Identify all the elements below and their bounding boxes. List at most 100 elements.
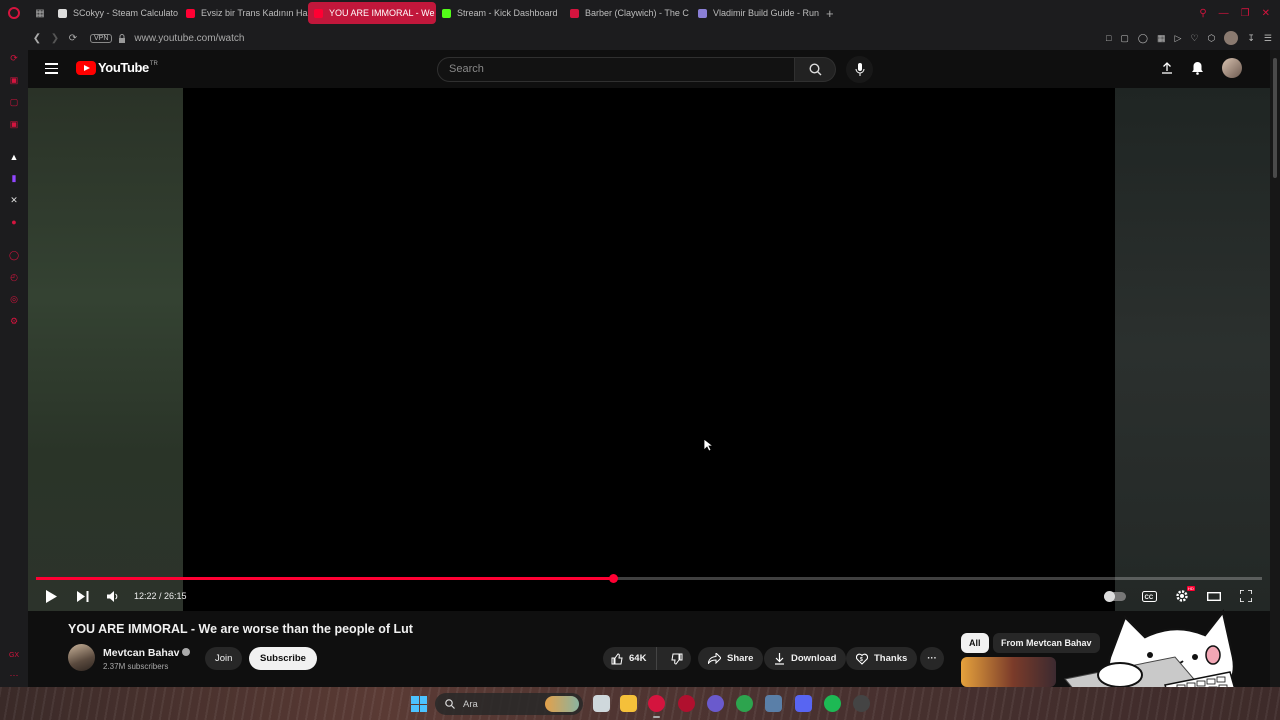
hamburger-menu-icon[interactable]	[45, 63, 58, 74]
ambient-glow-left	[28, 88, 183, 611]
opera-gx-taskbar-icon[interactable]	[648, 695, 665, 718]
address-bar: ❮ ❯ ⟳ VPN www.youtube.com/watch □ ▢ ◯ ▦ …	[28, 26, 1280, 50]
user-avatar[interactable]	[1222, 58, 1242, 78]
messenger-icon[interactable]: ▢	[8, 96, 20, 108]
svg-text:$: $	[860, 657, 863, 663]
arrow-up-icon[interactable]: ▲	[8, 151, 20, 163]
new-tab-button[interactable]: +	[826, 6, 834, 21]
browser-tab-active[interactable]: YOU ARE IMMORAL - We	[308, 2, 436, 24]
thanks-button[interactable]: $ Thanks	[846, 647, 918, 670]
voice-search-button[interactable]	[846, 56, 873, 83]
page-scrollbar[interactable]	[1270, 50, 1280, 687]
upload-icon[interactable]	[1161, 62, 1173, 74]
like-button[interactable]: 64K	[603, 647, 658, 670]
vpn-badge[interactable]: VPN	[90, 33, 113, 43]
browser-tab[interactable]: Evsiz bir Trans Kadının Ha	[180, 2, 308, 24]
spotify-taskbar-icon[interactable]	[824, 695, 841, 712]
browser-tab[interactable]: Barber (Claywich) - The C	[564, 2, 692, 24]
download-button[interactable]: Download	[764, 647, 847, 670]
twitch-icon[interactable]: ▮	[8, 172, 20, 184]
recommended-video-thumbnail[interactable]	[961, 657, 1056, 687]
hd-badge: HD	[1187, 586, 1195, 591]
close-icon[interactable]: ✕	[1262, 8, 1270, 19]
search-tabs-icon[interactable]: ⚲	[1199, 8, 1206, 19]
opera-taskbar-icon[interactable]	[678, 695, 695, 712]
xbox-taskbar-icon[interactable]	[736, 695, 753, 712]
gx-icon[interactable]: GX	[8, 650, 20, 662]
search-input[interactable]: Search	[437, 57, 795, 82]
browser-sidebar: ⟳ ▣ ▢ ▣ ▲ ▮ ✕ ● ◯ ◴ ◎ ⚙ GX ···	[0, 26, 28, 687]
messenger-taskbar-icon[interactable]	[707, 695, 724, 712]
forward-icon[interactable]: ❯	[46, 33, 64, 44]
notifications-bell-icon[interactable]	[1191, 61, 1204, 75]
progress-bar[interactable]	[36, 574, 1262, 583]
tab-favicon-icon	[570, 8, 579, 18]
scrollbar-thumb[interactable]	[1273, 58, 1277, 178]
browser-tab[interactable]: Vladimir Build Guide - Run	[692, 2, 820, 24]
youtube-logo[interactable]: YouTube TR	[76, 60, 158, 75]
player-icon[interactable]: ◯	[8, 249, 20, 261]
next-icon	[77, 590, 89, 602]
bookmark-icon[interactable]: □	[1106, 33, 1111, 43]
heart-icon[interactable]: ♡	[1190, 33, 1198, 44]
taskbar-wallpaper	[0, 687, 1280, 720]
thumbs-up-icon	[611, 652, 623, 664]
settings-icon[interactable]: ⚙	[8, 315, 20, 327]
task-view-icon[interactable]	[593, 695, 610, 712]
opera-logo-icon[interactable]	[0, 0, 28, 26]
history-icon[interactable]: ◴	[8, 271, 20, 283]
tab-menu-icon[interactable]: ▦	[28, 0, 52, 26]
download-icon[interactable]: ↧	[1247, 33, 1255, 44]
more-icon[interactable]: ···	[8, 669, 20, 681]
youtube-page: YouTube TR Search 12:22 / 26:15 CC HD YO…	[28, 50, 1270, 687]
profile-avatar[interactable]	[1224, 31, 1239, 45]
search-button[interactable]	[795, 57, 836, 82]
mute-button[interactable]	[106, 588, 120, 604]
snapshot-icon[interactable]: ▢	[1120, 33, 1129, 44]
subscribe-button[interactable]: Subscribe	[249, 647, 317, 670]
steam-taskbar-icon[interactable]	[765, 695, 782, 712]
taskbar-search-input[interactable]: Ara	[435, 693, 583, 715]
app-taskbar-icon[interactable]	[853, 695, 870, 712]
pinterest-icon[interactable]: ●	[8, 216, 20, 228]
share-button[interactable]: Share	[698, 647, 764, 670]
download-label: Download	[791, 653, 837, 664]
file-explorer-icon[interactable]	[620, 695, 637, 712]
shopping-icon[interactable]: ▣	[8, 74, 20, 86]
aria-icon[interactable]: ⟳	[8, 52, 20, 64]
x-icon[interactable]: ✕	[8, 194, 20, 206]
windows-start-icon[interactable]	[411, 696, 427, 712]
tab-label: Barber (Claywich) - The C	[585, 8, 689, 18]
extensions-icon[interactable]: ⬡	[1208, 33, 1216, 44]
more-actions-button[interactable]: ···	[920, 647, 944, 670]
minimize-icon[interactable]: —	[1219, 8, 1229, 19]
browser-tab[interactable]: SCokyy - Steam Calculato	[52, 2, 180, 24]
channel-name[interactable]: Mevtcan Bahav	[103, 647, 191, 659]
verified-badge-icon	[182, 648, 191, 656]
channel-avatar[interactable]	[68, 644, 95, 671]
youtube-play-logo-icon	[76, 60, 96, 75]
video-frame[interactable]	[183, 88, 1115, 611]
translate-icon[interactable]: ▦	[1157, 33, 1166, 44]
instagram-icon[interactable]: ▣	[8, 118, 20, 130]
messages-icon[interactable]: ◎	[8, 293, 20, 305]
chip-all[interactable]: All	[961, 633, 989, 653]
video-player[interactable]: 12:22 / 26:15 CC HD	[28, 88, 1270, 611]
dislike-button[interactable]	[663, 647, 691, 670]
progress-played	[36, 577, 614, 580]
adblock-icon[interactable]: ◯	[1138, 33, 1148, 44]
browser-tab[interactable]: Stream - Kick Dashboard	[436, 2, 564, 24]
menu-icon[interactable]: ☰	[1264, 33, 1272, 44]
join-button[interactable]: Join	[205, 647, 243, 670]
next-button[interactable]	[76, 588, 90, 604]
play-button[interactable]	[44, 588, 58, 604]
url-field[interactable]: www.youtube.com/watch	[134, 33, 244, 44]
like-count: 64K	[629, 653, 647, 664]
send-icon[interactable]: ▷	[1175, 33, 1182, 44]
reload-icon[interactable]: ⟳	[64, 33, 82, 44]
thumbs-down-icon	[671, 653, 683, 665]
back-icon[interactable]: ❮	[28, 33, 46, 44]
maximize-icon[interactable]: ❐	[1241, 8, 1250, 19]
discord-taskbar-icon[interactable]	[795, 695, 812, 712]
youtube-logo-text: YouTube	[98, 60, 149, 75]
